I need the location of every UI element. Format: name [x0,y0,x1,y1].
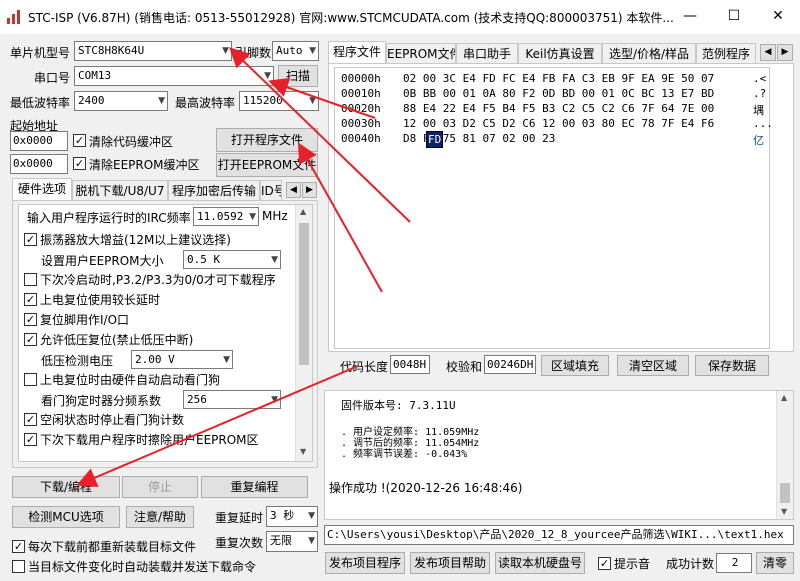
arrow-to-mcu-select [229,47,411,223]
arrow-to-download [76,365,359,487]
arrow-to-port-select [268,77,376,119]
arrow-to-open-file [298,142,383,293]
annotation-arrows [76,47,411,487]
